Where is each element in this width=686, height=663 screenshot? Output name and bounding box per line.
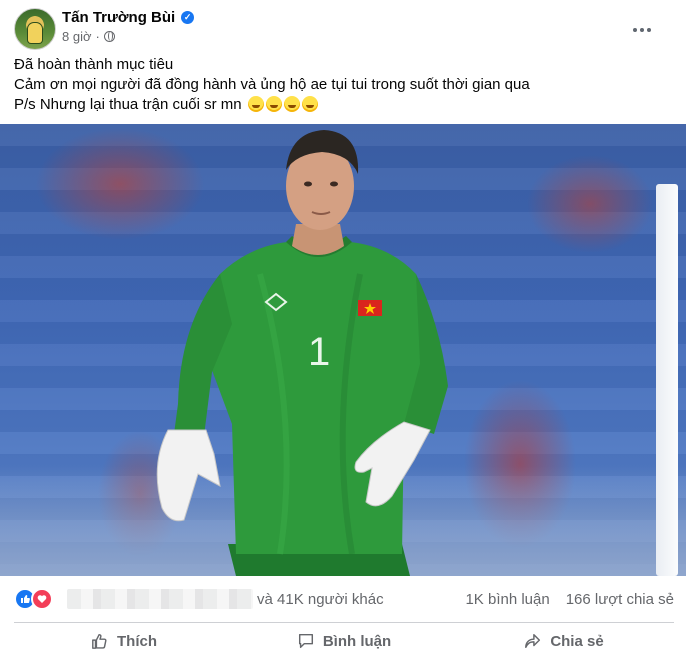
more-options-button[interactable]: [624, 12, 660, 48]
post-header: Tấn Trường Bùi ✓ 8 giờ ·: [14, 8, 674, 50]
share-count[interactable]: 166 lượt chia sẻ: [566, 591, 674, 608]
like-button[interactable]: Thích: [14, 624, 234, 658]
post-time[interactable]: 8 giờ: [62, 29, 92, 44]
share-button[interactable]: Chia sẻ: [454, 624, 674, 658]
author-avatar[interactable]: [14, 8, 56, 50]
divider: [14, 622, 674, 623]
goalkeeper-figure: [156, 130, 448, 576]
jersey-number: 1: [308, 330, 331, 374]
thumbs-up-icon: [92, 633, 107, 649]
like-label: Thích: [117, 632, 157, 650]
laughing-emoji-icon: [283, 96, 300, 112]
share-icon: [525, 633, 541, 649]
comment-count[interactable]: 1K bình luận: [465, 591, 549, 608]
post-text: Đã hoàn thành mục tiêu Cảm ơn mọi người …: [14, 55, 674, 115]
author-name[interactable]: Tấn Trường Bùi: [62, 9, 175, 26]
comment-label: Bình luận: [322, 632, 392, 650]
share-label: Chia sẻ: [550, 632, 604, 650]
more-dot-icon: [640, 28, 644, 32]
post-photo[interactable]: 1: [0, 124, 686, 576]
reaction-icons[interactable]: [14, 588, 53, 610]
more-dot-icon: [633, 28, 637, 32]
post-line: Cảm ơn mọi người đã đồng hành và ủng hộ …: [14, 76, 530, 93]
engagement-counts: 1K bình luận 166 lượt chia sẻ: [465, 591, 674, 608]
more-dot-icon: [647, 28, 651, 32]
reactions-bar: và 41K người khác 1K bình luận 166 lượt …: [14, 582, 674, 616]
laughing-emoji-icon: [265, 96, 282, 112]
laughing-emoji-icon: [247, 96, 264, 112]
love-icon: [31, 588, 53, 610]
post-meta: 8 giờ ·: [62, 29, 115, 44]
post-card: Tấn Trường Bùi ✓ 8 giờ · Đã hoàn thành m…: [0, 0, 686, 663]
blurred-reactor-names[interactable]: [67, 589, 253, 609]
post-line: Đã hoàn thành mục tiêu: [14, 56, 174, 73]
meta-separator: ·: [95, 29, 100, 44]
post-line-emoji-row: P/s Nhưng lại thua trận cuối sr mn: [14, 95, 674, 115]
globe-icon: [103, 31, 115, 42]
post-actions: Thích Bình luận Chia sẻ: [14, 624, 674, 658]
comment-button[interactable]: Bình luận: [234, 624, 454, 658]
reaction-summary[interactable]: và 41K người khác: [257, 591, 384, 608]
comment-icon: [298, 633, 313, 649]
post-line: P/s Nhưng lại thua trận cuối sr mn: [14, 96, 242, 113]
verified-badge-icon: ✓: [181, 11, 195, 24]
laughing-emoji-icon: [301, 96, 318, 112]
author-line: Tấn Trường Bùi ✓: [62, 9, 195, 26]
